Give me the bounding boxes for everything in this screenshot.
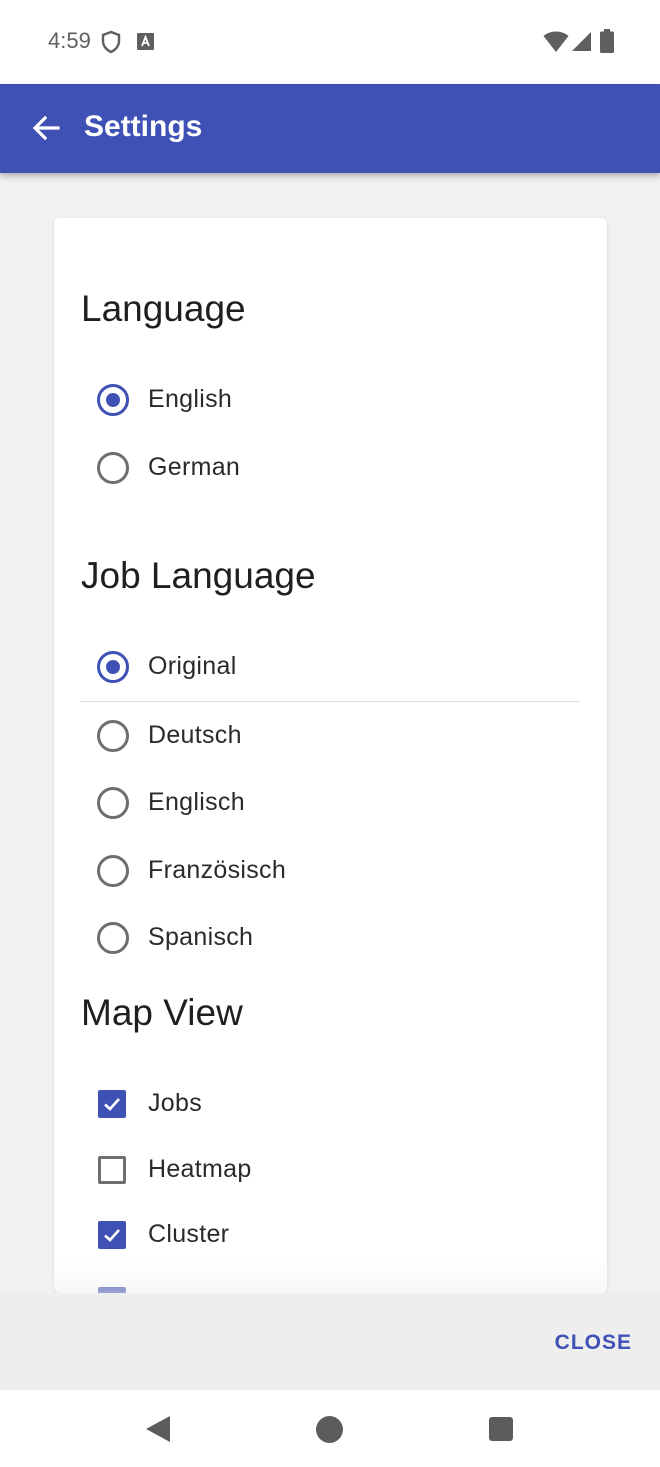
radio-option-franzoesisch[interactable]: Französisch [80, 841, 580, 901]
checkbox-option-jobs[interactable]: Jobs [80, 1074, 580, 1134]
battery-icon [600, 29, 614, 58]
wifi-icon [543, 31, 569, 58]
option-label: Deutsch [148, 721, 242, 749]
option-label: Spanisch [148, 923, 254, 951]
radio-option-englisch[interactable]: Englisch [80, 773, 580, 833]
option-label: Original [148, 652, 237, 680]
navigation-bar [0, 1390, 660, 1467]
close-button[interactable]: CLOSE [555, 1331, 632, 1355]
option-label: Englisch [148, 788, 245, 816]
option-label: Französisch [148, 856, 287, 884]
radio-button[interactable] [97, 855, 129, 887]
option-label: German [148, 453, 241, 481]
check-icon [104, 1229, 120, 1242]
radio-button-checked[interactable] [97, 651, 129, 683]
a-badge-icon [136, 32, 155, 56]
radio-button[interactable] [97, 452, 129, 484]
radio-button-checked[interactable] [97, 384, 129, 416]
back-triangle-icon[interactable] [144, 1414, 172, 1449]
radio-option-spanisch[interactable]: Spanisch [80, 908, 580, 968]
checkbox-option-heatmap[interactable]: Heatmap [80, 1140, 580, 1200]
home-circle-icon[interactable] [315, 1415, 344, 1449]
option-label: Cluster [148, 1220, 230, 1248]
option-label: English [148, 385, 233, 413]
settings-dialog: Language English German Job Language Ori… [54, 218, 607, 1293]
checkbox-option-cluster[interactable]: Cluster [80, 1205, 580, 1265]
section-title-language: Language [81, 288, 246, 329]
radio-option-german[interactable]: German [80, 438, 580, 498]
arrow-left-icon [32, 115, 60, 141]
radio-option-deutsch[interactable]: Deutsch [80, 706, 580, 766]
back-button[interactable] [22, 104, 70, 152]
divider [80, 701, 580, 702]
status-time: 4:59 [48, 28, 91, 53]
signal-icon [571, 31, 592, 57]
status-bar: 4:59 [0, 0, 660, 84]
section-title-job-language: Job Language [81, 555, 316, 596]
checkbox[interactable] [98, 1156, 126, 1184]
section-title-map-view: Map View [81, 992, 243, 1033]
scroll-fade [54, 1258, 607, 1293]
checkbox-checked[interactable] [98, 1221, 126, 1249]
check-icon [104, 1098, 120, 1111]
radio-button[interactable] [97, 720, 129, 752]
recents-square-icon[interactable] [488, 1416, 514, 1447]
radio-option-english[interactable]: English [80, 370, 580, 430]
app-bar: Settings [0, 84, 660, 173]
checkbox-checked[interactable] [98, 1090, 126, 1118]
page-title: Settings [84, 110, 203, 143]
option-label: Jobs [148, 1089, 203, 1117]
radio-button[interactable] [97, 922, 129, 954]
shield-icon [101, 30, 121, 59]
radio-button[interactable] [97, 787, 129, 819]
radio-option-original[interactable]: Original [80, 637, 580, 697]
option-label: Heatmap [148, 1155, 252, 1183]
dialog-action-bar: CLOSE [0, 1293, 660, 1390]
